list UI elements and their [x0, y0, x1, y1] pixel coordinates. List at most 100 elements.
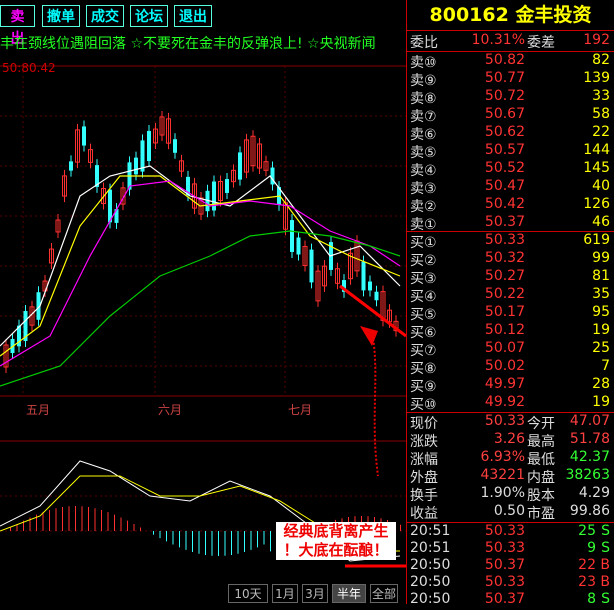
- forum-button[interactable]: 论坛: [130, 5, 168, 27]
- quote-value: 6.93%: [480, 449, 525, 465]
- bid-volume: 7: [601, 358, 610, 374]
- bid-row[interactable]: 买③ 50.27 81: [407, 268, 614, 287]
- ask-level-label: 卖⑥: [410, 127, 437, 143]
- trade-volume: 22: [578, 557, 596, 573]
- trade-row: 20:50 50.37 8 S: [407, 591, 614, 610]
- annotation-line-1: 经典底背离产生: [283, 522, 389, 540]
- ask-row[interactable]: 卖④ 50.52 145: [407, 160, 614, 179]
- candle-body: [82, 126, 86, 146]
- trade-flag: S: [601, 540, 610, 556]
- kline-chart[interactable]: 50:80.42 五月 六月 七月 经典底背离产生 ！大底在酝酿！: [0, 56, 406, 604]
- candle-body: [173, 139, 177, 153]
- bid-level-label: 买⑨: [410, 379, 437, 395]
- quote-row: 现价 50.33 今开 47.07: [407, 413, 614, 432]
- ask-price: 50.62: [484, 124, 525, 140]
- bid-row[interactable]: 买⑤ 50.17 95: [407, 304, 614, 323]
- month-label-may: 五月: [26, 403, 51, 417]
- candle-body: [238, 152, 242, 180]
- candle-body: [374, 291, 379, 301]
- bid-volume: 19: [592, 322, 610, 338]
- trade-volume: 9: [587, 540, 596, 556]
- bid-row[interactable]: 买⑧ 50.02 7: [407, 358, 614, 377]
- ask-volume: 58: [592, 106, 610, 122]
- bid-volume: 35: [592, 286, 610, 302]
- filled-orders-button[interactable]: 成交: [86, 5, 124, 27]
- sell-button[interactable]: 卖出: [0, 5, 35, 47]
- quote-value: 43221: [480, 467, 525, 483]
- quote-label-2: 市盈: [527, 506, 555, 522]
- tab-half-year[interactable]: 半年: [332, 584, 366, 603]
- ask-row[interactable]: 卖⑦ 50.67 58: [407, 106, 614, 125]
- quote-label: 涨跌: [410, 434, 438, 450]
- bid-price: 50.17: [484, 304, 525, 320]
- quote-value-2: 38263: [565, 467, 610, 483]
- ask-level-label: 卖②: [410, 199, 437, 215]
- quote-label: 涨幅: [410, 452, 438, 468]
- bid-row[interactable]: 买⑥ 50.12 19: [407, 322, 614, 341]
- ask-price: 50.67: [484, 106, 525, 122]
- bid-volume: 81: [592, 268, 610, 284]
- bid-row[interactable]: 买④ 50.22 35: [407, 286, 614, 305]
- price-label: 50:80.42: [2, 61, 56, 75]
- stock-name: 金丰投资: [515, 4, 592, 26]
- trade-price: 50.33: [484, 574, 525, 590]
- tab-3-months[interactable]: 3月: [302, 584, 328, 603]
- bid-row[interactable]: 买① 50.33 619: [407, 232, 614, 251]
- trade-flag: B: [600, 557, 610, 573]
- weibi-label: 委比: [410, 35, 438, 51]
- trade-time: 20:50: [410, 574, 451, 590]
- ask-price: 50.37: [484, 214, 525, 230]
- cancel-order-button[interactable]: 撤单: [42, 5, 80, 27]
- ask-row[interactable]: 卖⑥ 50.62 22: [407, 124, 614, 143]
- weicha-label: 委差: [527, 35, 555, 51]
- tab-all[interactable]: 全部: [370, 584, 398, 603]
- bid-row[interactable]: 买② 50.32 99: [407, 250, 614, 269]
- news-ticker[interactable]: 丰在颈线位遇阻回落 ☆不要死在金丰的反弹浪上! ☆央视新闻: [0, 33, 405, 55]
- quote-label-2: 最高: [527, 434, 555, 450]
- candle-body: [147, 130, 151, 162]
- candle-body: [140, 140, 145, 172]
- candle-body: [368, 281, 372, 291]
- ask-volume: 126: [583, 196, 610, 212]
- bid-level-label: 买⑥: [410, 325, 437, 341]
- ask-row[interactable]: 卖⑩ 50.82 82: [407, 52, 614, 71]
- exit-button[interactable]: 退出: [174, 5, 212, 27]
- bid-row[interactable]: 买⑦ 50.07 25: [407, 340, 614, 359]
- ask-row[interactable]: 卖⑧ 50.72 33: [407, 88, 614, 107]
- candle-body: [309, 249, 314, 283]
- trend-line-upper: [339, 284, 406, 338]
- candle-body: [290, 220, 294, 252]
- tab-1-month[interactable]: 1月: [272, 584, 298, 603]
- quote-value-2: 42.37: [569, 449, 610, 465]
- ask-row[interactable]: 卖⑤ 50.57 144: [407, 142, 614, 161]
- bid-volume: 28: [592, 376, 610, 392]
- quote-value-2: 47.07: [569, 413, 610, 429]
- quote-value-2: 99.86: [569, 503, 610, 519]
- month-label-june: 六月: [158, 403, 183, 417]
- quote-value-2: 4.29: [578, 485, 610, 501]
- ask-row[interactable]: 卖② 50.42 126: [407, 196, 614, 215]
- trade-price: 50.37: [484, 557, 525, 573]
- annotation-box: 经典底背离产生 ！大底在酝酿！: [276, 522, 396, 560]
- quote-label: 外盘: [410, 470, 438, 486]
- bid-level-label: 买⑦: [410, 343, 437, 359]
- candle-body: [361, 261, 366, 291]
- stock-code: 800162: [429, 4, 509, 26]
- bid-row[interactable]: 买⑩ 49.92 19: [407, 394, 614, 413]
- ask-price: 50.77: [484, 70, 525, 86]
- ask-volume: 46: [592, 214, 610, 230]
- ask-row[interactable]: 卖⑨ 50.77 139: [407, 70, 614, 89]
- bid-price: 50.22: [484, 286, 525, 302]
- bid-level-label: 买③: [410, 271, 437, 287]
- trade-price: 50.33: [484, 523, 525, 539]
- bid-row[interactable]: 买⑨ 49.97 28: [407, 376, 614, 395]
- ask-level-label: 卖⑧: [410, 91, 437, 107]
- ask-row[interactable]: 卖③ 50.47 40: [407, 178, 614, 197]
- candle-body: [296, 237, 301, 255]
- tab-10-days[interactable]: 10天: [228, 584, 268, 603]
- ask-level-label: 卖④: [410, 163, 437, 179]
- trade-flag: B: [600, 574, 610, 590]
- candle-body: [134, 157, 138, 175]
- bid-price: 50.12: [484, 322, 525, 338]
- ask-volume: 144: [583, 142, 610, 158]
